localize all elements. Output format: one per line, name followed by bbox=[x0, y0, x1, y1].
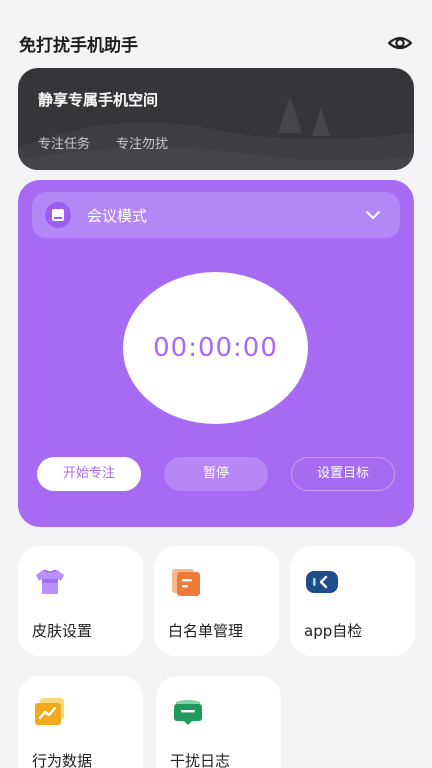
promo-banner[interactable]: 静享专属手机空间 专注任务 专注勿扰 bbox=[18, 68, 414, 170]
banner-title: 静享专属手机空间 bbox=[38, 91, 159, 109]
tile-behavior-data[interactable]: 行为数据 bbox=[18, 676, 143, 768]
tile-whitelist-management[interactable]: 白名单管理 bbox=[154, 546, 279, 656]
tile-label: app自检 bbox=[304, 622, 363, 640]
tile-label: 白名单管理 bbox=[168, 622, 244, 640]
chevron-down-icon[interactable] bbox=[364, 206, 382, 224]
app-header: 免打扰手机助手 bbox=[0, 0, 432, 68]
tablet-icon bbox=[45, 202, 71, 228]
chart-icon bbox=[32, 696, 68, 728]
eye-icon[interactable] bbox=[385, 30, 415, 56]
mountain-decoration bbox=[18, 96, 414, 170]
banner-tag-do-not-disturb: 专注勿扰 bbox=[116, 137, 169, 152]
tile-skin-settings[interactable]: 皮肤设置 bbox=[18, 546, 143, 656]
app-title: 免打扰手机助手 bbox=[19, 36, 138, 56]
timer-display: 00:00:00 bbox=[123, 272, 308, 424]
app-check-icon bbox=[304, 566, 340, 598]
tile-label: 行为数据 bbox=[32, 752, 93, 768]
mode-label: 会议模式 bbox=[87, 207, 148, 225]
list-doc-icon bbox=[168, 566, 204, 598]
tile-interference-log[interactable]: 干扰日志 bbox=[156, 676, 281, 768]
focus-card: 会议模式 00:00:00 开始专注 暂停 设置目标 bbox=[18, 180, 414, 527]
tile-label: 皮肤设置 bbox=[32, 622, 93, 640]
start-focus-button[interactable]: 开始专注 bbox=[37, 457, 141, 491]
pause-button[interactable]: 暂停 bbox=[164, 457, 268, 491]
set-goal-button[interactable]: 设置目标 bbox=[291, 457, 395, 491]
mode-selector[interactable]: 会议模式 bbox=[32, 192, 400, 238]
timer-text: 00:00:00 bbox=[153, 333, 278, 363]
tshirt-icon bbox=[32, 566, 68, 598]
chat-book-icon bbox=[170, 696, 206, 728]
tile-label: 干扰日志 bbox=[170, 752, 231, 768]
banner-tag-focus-task: 专注任务 bbox=[38, 137, 91, 152]
tile-app-check[interactable]: app自检 bbox=[290, 546, 415, 656]
